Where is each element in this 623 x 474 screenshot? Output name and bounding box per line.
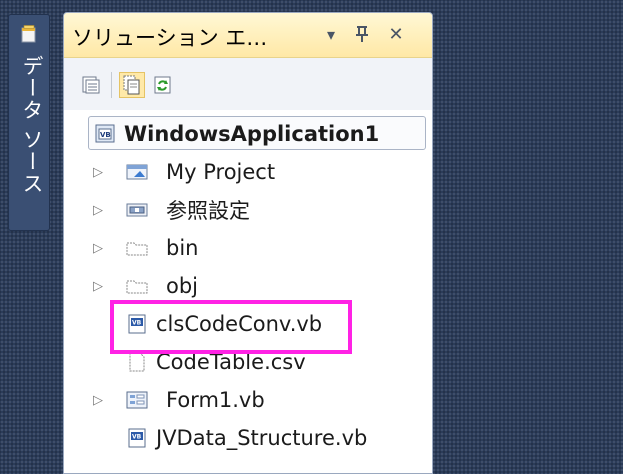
toolbar-separator	[111, 72, 112, 98]
tree-item-label: Form1.vb	[166, 388, 265, 412]
tree-item-form1[interactable]: ▷ Form1.vb	[64, 381, 432, 419]
tree-item-label: My Project	[166, 160, 276, 184]
tree-item-label: bin	[166, 236, 199, 260]
expand-arrow-icon[interactable]: ▷	[92, 279, 104, 294]
file-icon	[129, 352, 145, 372]
svg-text:VB: VB	[100, 131, 111, 139]
tree-root[interactable]: VB WindowsApplication1	[64, 115, 432, 153]
data-sources-label: データ ソース	[20, 55, 44, 195]
close-icon: ✕	[388, 23, 404, 45]
panel-toolbar	[64, 58, 432, 110]
tree-root-label: WindowsApplication1	[124, 122, 380, 146]
vb-file-icon: VB	[128, 428, 146, 448]
svg-text:VB: VB	[132, 434, 142, 441]
properties-icon	[82, 76, 100, 94]
data-sources-tab[interactable]: データ ソース	[8, 14, 50, 231]
show-all-files-icon	[123, 75, 140, 95]
my-project-icon	[126, 164, 148, 180]
refresh-button[interactable]	[150, 72, 176, 98]
tree-item-bin[interactable]: ▷ bin	[64, 229, 432, 267]
tree-item-label: JVData_Structure.vb	[156, 426, 368, 450]
refresh-icon	[154, 76, 171, 94]
panel-title-bar: ソリューション エ… ▾ ✕	[64, 13, 432, 58]
folder-icon	[126, 280, 148, 294]
tree-item-my-project[interactable]: ▷ My Project	[64, 153, 432, 191]
panel-title: ソリューション エ…	[72, 26, 268, 50]
pin-icon	[356, 26, 368, 42]
highlight-annotation-box	[110, 300, 352, 354]
tree-item-jvdata-structure[interactable]: VB JVData_Structure.vb	[64, 419, 432, 457]
properties-button[interactable]	[78, 72, 104, 98]
vb-project-icon: VB	[95, 124, 115, 143]
pin-button[interactable]	[351, 22, 373, 46]
expand-arrow-icon[interactable]: ▷	[92, 241, 104, 256]
document-icon	[21, 25, 36, 43]
folder-icon	[126, 242, 148, 256]
close-button[interactable]: ✕	[385, 22, 407, 46]
expand-arrow-icon[interactable]: ▷	[92, 165, 104, 180]
expand-arrow-icon[interactable]: ▷	[92, 203, 104, 218]
tree-item-references[interactable]: ▷ 参照設定	[64, 191, 432, 229]
tree-item-label: 参照設定	[166, 199, 250, 223]
solution-explorer-panel: ソリューション エ… ▾ ✕ VB WindowsApplication1 ▷ …	[63, 12, 433, 474]
chevron-down-icon: ▾	[326, 24, 336, 44]
tree-item-label: obj	[166, 274, 199, 298]
form-icon	[126, 391, 148, 409]
expand-arrow-icon[interactable]: ▷	[92, 393, 104, 408]
dropdown-button[interactable]: ▾	[320, 22, 342, 46]
references-icon	[126, 203, 148, 217]
show-all-files-button[interactable]	[119, 72, 145, 98]
